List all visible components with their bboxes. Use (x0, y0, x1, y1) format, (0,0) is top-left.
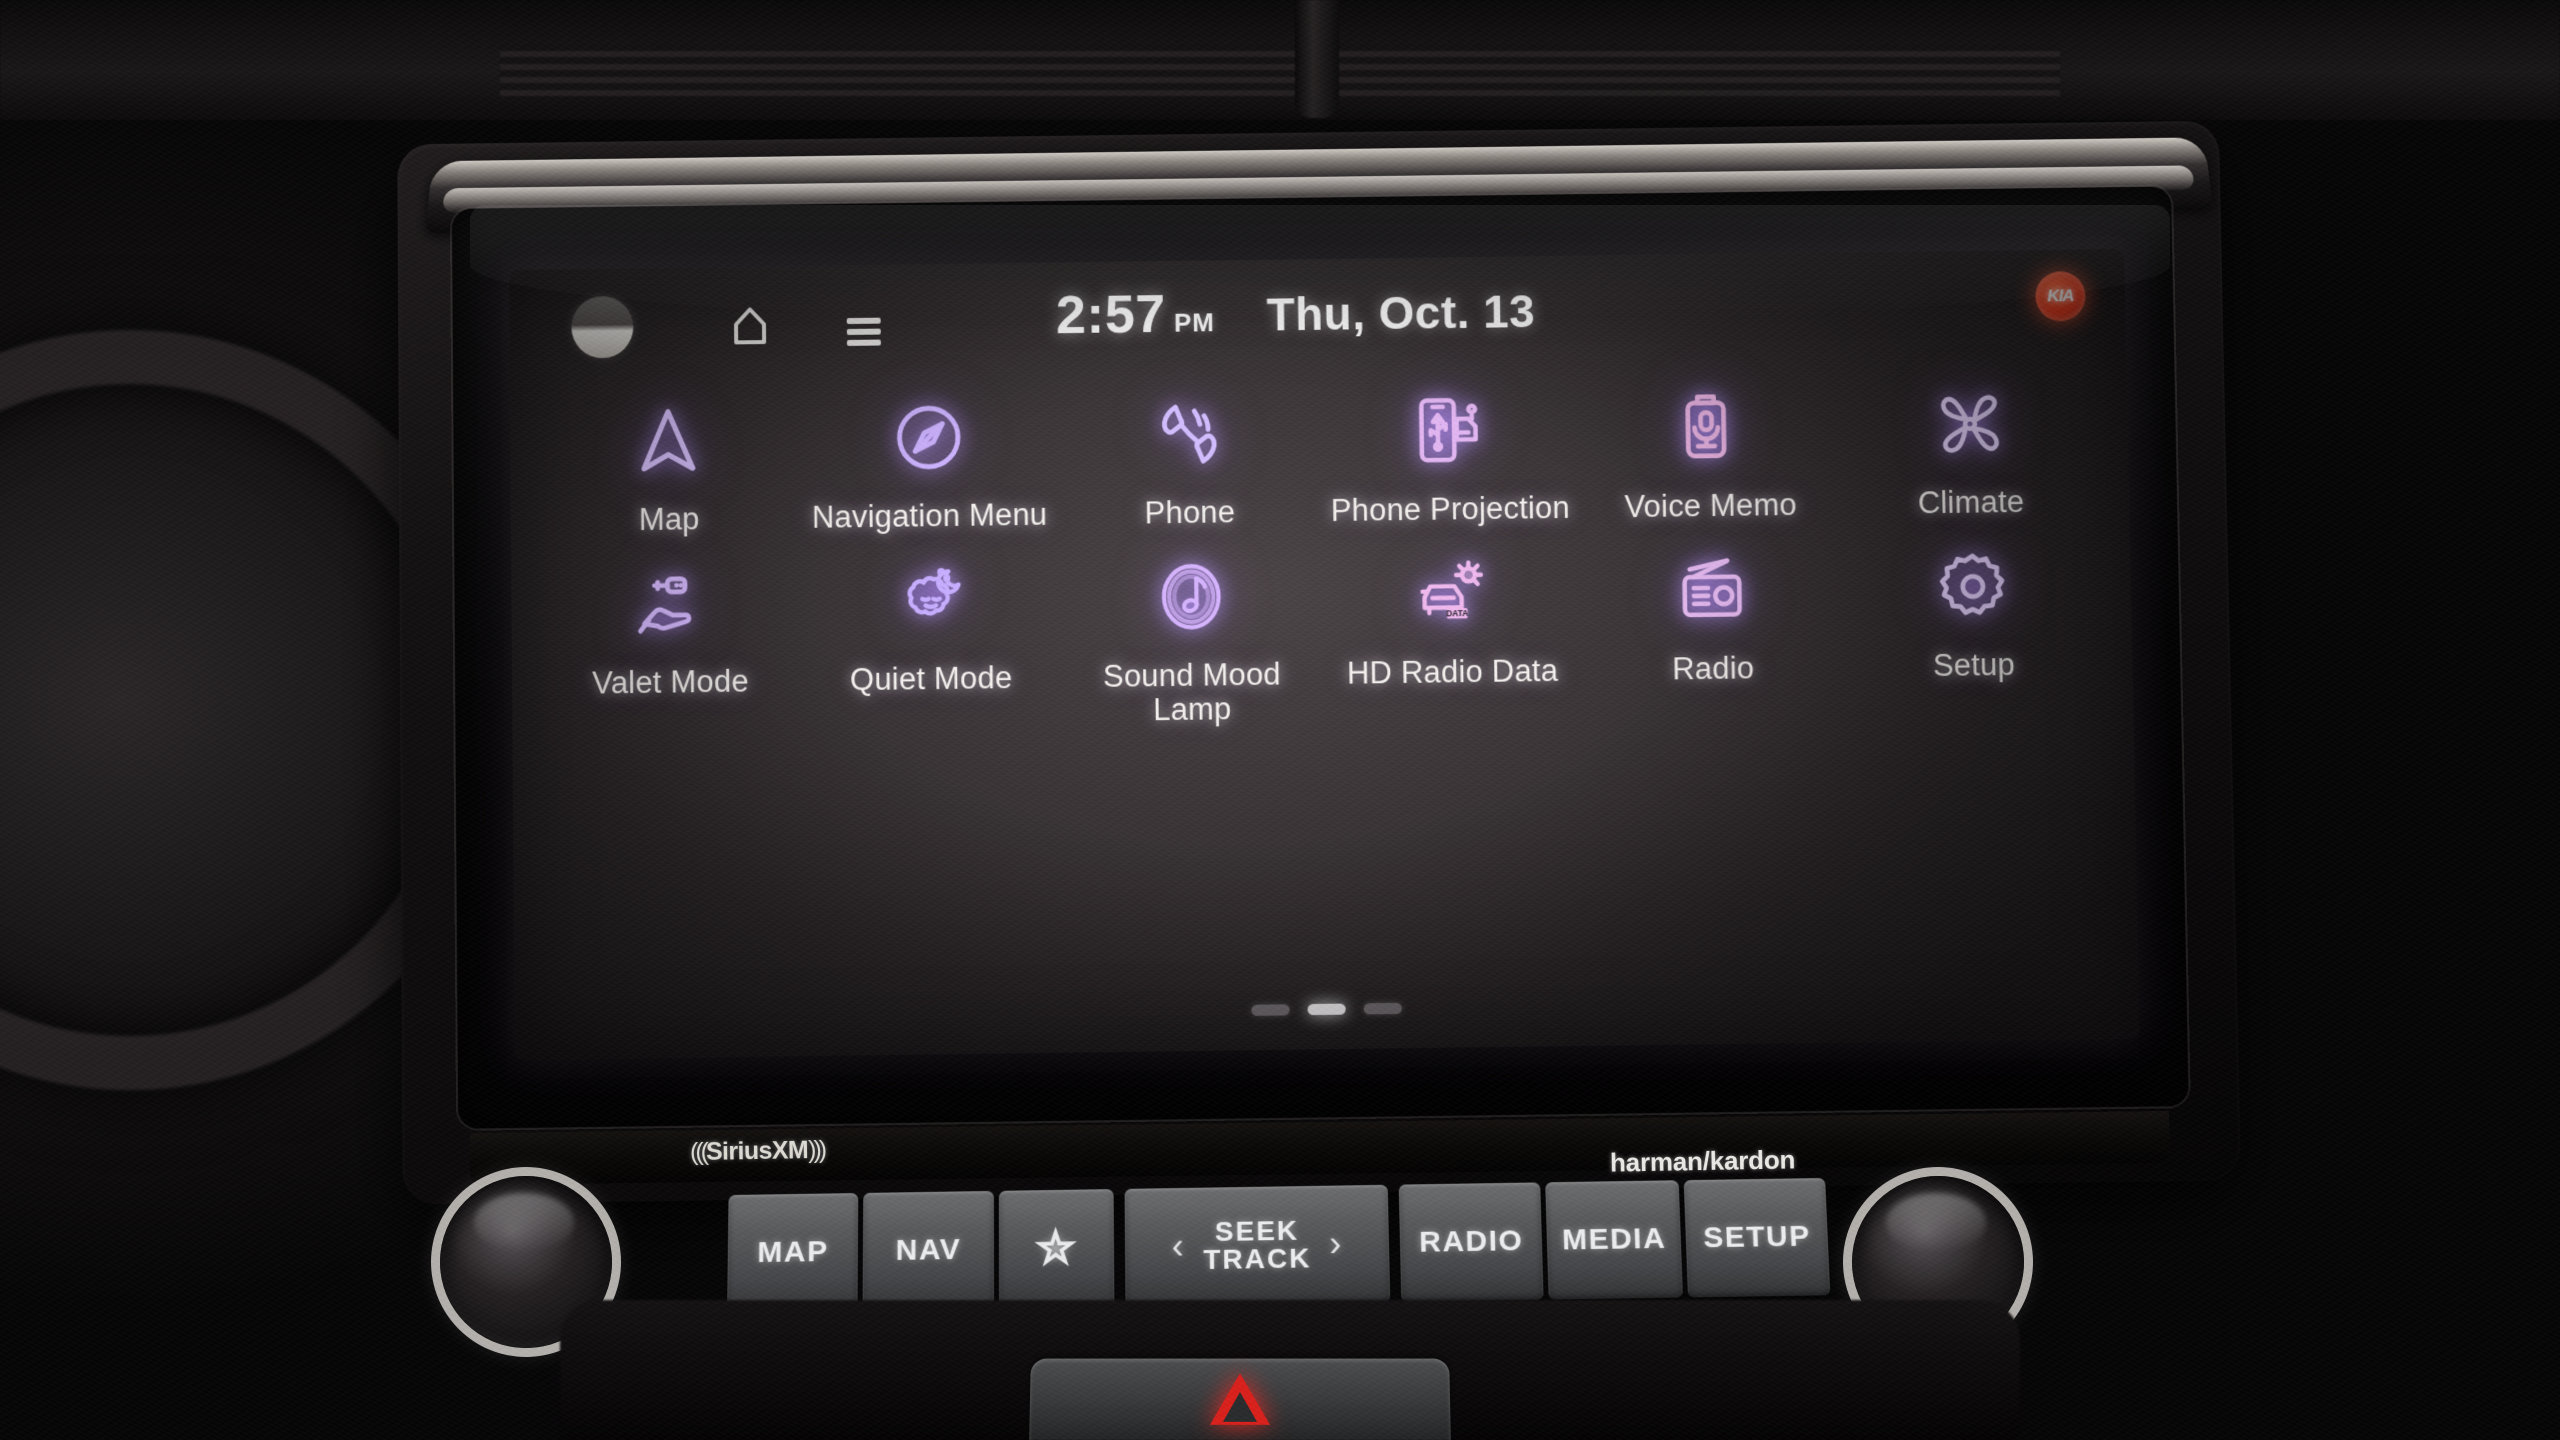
hand-key-icon (624, 557, 717, 650)
app-label: Valet Mode (592, 663, 749, 701)
hazard-lights-button[interactable] (1029, 1358, 1451, 1440)
chevron-right-icon[interactable]: › (1329, 1223, 1343, 1265)
page-dot-3[interactable] (1363, 1002, 1402, 1015)
app-label: Voice Memo (1624, 486, 1798, 525)
app-label: Sound Mood Lamp (1102, 656, 1282, 728)
clock-time: 2:57 PM (1055, 284, 1215, 346)
hazard-triangle-inner (1222, 1392, 1258, 1422)
dashboard-scene: 2:57 PM Thu, Oct. 13 KIA Map Navigation … (0, 0, 2560, 1440)
sleeping-face-moon-icon (884, 553, 977, 646)
app-label: Climate (1917, 484, 2025, 521)
harman-kardon-logo: harman/kardon (1609, 1144, 1796, 1178)
music-note-circle-icon (1144, 550, 1237, 643)
app-label: Map (638, 501, 700, 538)
app-tile-radio[interactable]: Radio (1581, 532, 1845, 723)
hard-button-media[interactable]: MEDIA (1545, 1180, 1684, 1300)
app-tile-sound-mood-lamp[interactable]: Sound Mood Lamp (1060, 539, 1323, 730)
siriusxm-logo: (((SiriusXM))) (689, 1135, 825, 1167)
app-label: Phone Projection (1330, 489, 1571, 529)
hard-button-seek-track[interactable]: ‹ SEEK TRACK › (1124, 1184, 1391, 1307)
knob-highlight (1886, 1193, 1987, 1252)
mirror-stem (1295, 0, 1339, 118)
app-tile-valet-mode[interactable]: Valet Mode (539, 546, 801, 737)
infotainment-screen[interactable]: 2:57 PM Thu, Oct. 13 KIA Map Navigation … (509, 248, 2140, 1060)
hard-button-nav[interactable]: NAV (862, 1190, 994, 1311)
seek-track-label: SEEK TRACK (1203, 1214, 1312, 1276)
hard-button-row: MAP NAV ★ ‹ SEEK TRACK › RADIO MEDIA SET… (727, 1177, 1831, 1313)
app-tile-setup[interactable]: Setup (1841, 529, 2105, 720)
app-label: Setup (1932, 646, 2016, 683)
svg-text:DATA: DATA (1446, 608, 1468, 618)
app-label: Quiet Mode (849, 659, 1013, 697)
defroster-vent (500, 44, 2060, 102)
app-tile-hd-radio-data[interactable]: DATA HD Radio Data (1320, 535, 1583, 726)
app-tile-map[interactable]: Map (538, 383, 800, 539)
car-data-signal-icon: DATA (1405, 547, 1498, 640)
hard-button-favorite[interactable]: ★ (998, 1189, 1115, 1309)
hard-button-radio[interactable]: RADIO (1399, 1182, 1544, 1302)
app-tile-quiet-mode[interactable]: Quiet Mode (800, 542, 1063, 733)
page-indicator (515, 993, 2139, 1025)
gear-icon (1926, 540, 2020, 633)
status-bar: 2:57 PM Thu, Oct. 13 KIA (509, 249, 2126, 382)
chevron-left-icon[interactable]: ‹ (1172, 1226, 1186, 1268)
app-label: Radio (1671, 650, 1755, 687)
app-tile-voice-memo[interactable]: Voice Memo (1578, 370, 1841, 526)
page-dot-2-active[interactable] (1307, 1003, 1346, 1016)
hard-button-map[interactable]: MAP (727, 1193, 859, 1313)
phone-handset-icon (1143, 388, 1236, 481)
radio-antenna-icon (1665, 543, 1758, 636)
hard-button-setup[interactable]: SETUP (1683, 1177, 1831, 1298)
app-tile-navigation-menu[interactable]: Navigation Menu (798, 380, 1060, 536)
app-label: Phone (1144, 494, 1236, 531)
app-grid: Map Navigation Menu Phone Phone Projecti… (510, 366, 2133, 737)
app-tile-phone-projection[interactable]: Phone Projection (1318, 373, 1580, 529)
phone-usb-car-icon (1403, 384, 1496, 477)
app-tile-climate[interactable]: Climate (1839, 366, 2102, 522)
navigation-arrow-icon (622, 394, 715, 487)
voice-recorder-icon (1663, 381, 1756, 474)
page-dot-1[interactable] (1251, 1004, 1290, 1016)
clock-date: Thu, Oct. 13 (1266, 285, 1536, 341)
app-label: HD Radio Data (1346, 652, 1559, 691)
app-tile-phone[interactable]: Phone (1058, 377, 1320, 533)
clock-date-group: 2:57 PM Thu, Oct. 13 (509, 271, 2126, 354)
star-icon: ★ (1036, 1225, 1076, 1272)
knob-highlight (474, 1193, 575, 1252)
app-label: Navigation Menu (811, 496, 1048, 535)
fan-blade-icon (1923, 377, 2016, 470)
compass-icon (882, 391, 975, 484)
